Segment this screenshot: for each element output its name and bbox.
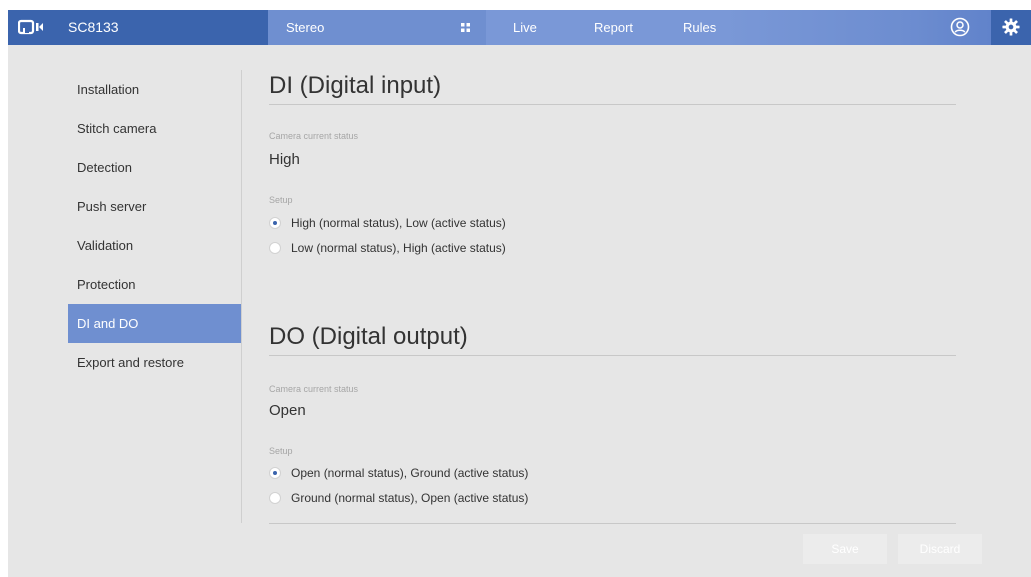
di-setup-label: Setup bbox=[269, 195, 293, 205]
view-mode-label: Stereo bbox=[286, 20, 325, 35]
do-status-value: Open bbox=[269, 402, 306, 419]
vivotek-logo-icon[interactable] bbox=[18, 19, 44, 36]
do-section-divider bbox=[269, 355, 956, 356]
radio-button-checked[interactable] bbox=[269, 467, 281, 479]
radio-button[interactable] bbox=[269, 492, 281, 504]
app-frame: SC8133 Stereo Live Report Rules Installa… bbox=[8, 10, 1031, 577]
tab-report[interactable]: Report bbox=[594, 10, 633, 45]
top-bar: SC8133 Stereo Live Report Rules bbox=[8, 10, 1031, 45]
do-option-label: Open (normal status), Ground (active sta… bbox=[291, 466, 529, 480]
user-icon[interactable] bbox=[950, 17, 970, 37]
footer-divider bbox=[269, 523, 956, 524]
settings-button[interactable] bbox=[991, 10, 1031, 45]
sidebar-item-installation[interactable]: Installation bbox=[68, 70, 242, 109]
di-section-divider bbox=[269, 104, 956, 105]
tab-rules[interactable]: Rules bbox=[683, 10, 716, 45]
settings-sidebar: Installation Stitch camera Detection Pus… bbox=[68, 70, 242, 382]
di-option-label: Low (normal status), High (active status… bbox=[291, 241, 506, 255]
radio-button[interactable] bbox=[269, 242, 281, 254]
do-status-label: Camera current status bbox=[269, 384, 359, 394]
do-option-open-normal[interactable]: Open (normal status), Ground (active sta… bbox=[269, 465, 528, 481]
radio-button-checked[interactable] bbox=[269, 217, 281, 229]
di-option-label: High (normal status), Low (active status… bbox=[291, 216, 506, 230]
discard-button[interactable]: Discard bbox=[898, 534, 982, 564]
top-bar-filler bbox=[723, 10, 1031, 45]
di-option-low-normal[interactable]: Low (normal status), High (active status… bbox=[269, 240, 506, 256]
grid-icon[interactable] bbox=[461, 23, 470, 32]
save-button[interactable]: Save bbox=[803, 534, 887, 564]
di-status-value: High bbox=[269, 151, 300, 168]
gear-icon bbox=[1002, 18, 1020, 36]
do-setup-label: Setup bbox=[269, 446, 293, 456]
do-option-label: Ground (normal status), Open (active sta… bbox=[291, 491, 529, 505]
di-option-high-normal[interactable]: High (normal status), Low (active status… bbox=[269, 215, 506, 231]
di-status-label: Camera current status bbox=[269, 131, 359, 141]
do-section-title: DO (Digital output) bbox=[269, 323, 468, 350]
sidebar-divider bbox=[241, 70, 242, 523]
sidebar-item-push-server[interactable]: Push server bbox=[68, 187, 242, 226]
device-model: SC8133 bbox=[68, 19, 119, 35]
do-option-ground-normal[interactable]: Ground (normal status), Open (active sta… bbox=[269, 490, 528, 506]
sidebar-item-detection[interactable]: Detection bbox=[68, 148, 242, 187]
di-section-title: DI (Digital input) bbox=[269, 72, 442, 99]
view-mode-selector[interactable]: Stereo bbox=[268, 10, 486, 45]
sidebar-item-stitch-camera[interactable]: Stitch camera bbox=[68, 109, 242, 148]
sidebar-item-export-and-restore[interactable]: Export and restore bbox=[68, 343, 242, 382]
sidebar-item-di-and-do[interactable]: DI and DO bbox=[68, 304, 242, 343]
sidebar-item-validation[interactable]: Validation bbox=[68, 226, 242, 265]
sidebar-item-protection[interactable]: Protection bbox=[68, 265, 242, 304]
tab-live[interactable]: Live bbox=[513, 10, 537, 45]
nav-tabs: Live Report Rules bbox=[486, 10, 723, 45]
